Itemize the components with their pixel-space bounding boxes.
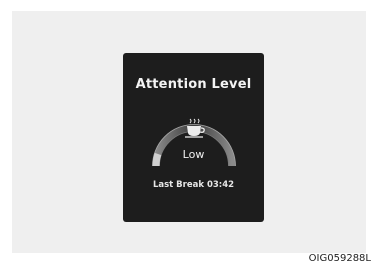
last-break-time: Last Break 03:42 — [152, 180, 235, 190]
figure-id-label: OIG059288L — [308, 253, 371, 264]
attention-level-title: Attention Level — [135, 77, 252, 92]
coffee-cup-icon — [185, 118, 205, 138]
attention-level-display: Attention Level Low Last Break 03:42 — [123, 53, 264, 222]
attention-level-value: Low — [182, 148, 205, 161]
